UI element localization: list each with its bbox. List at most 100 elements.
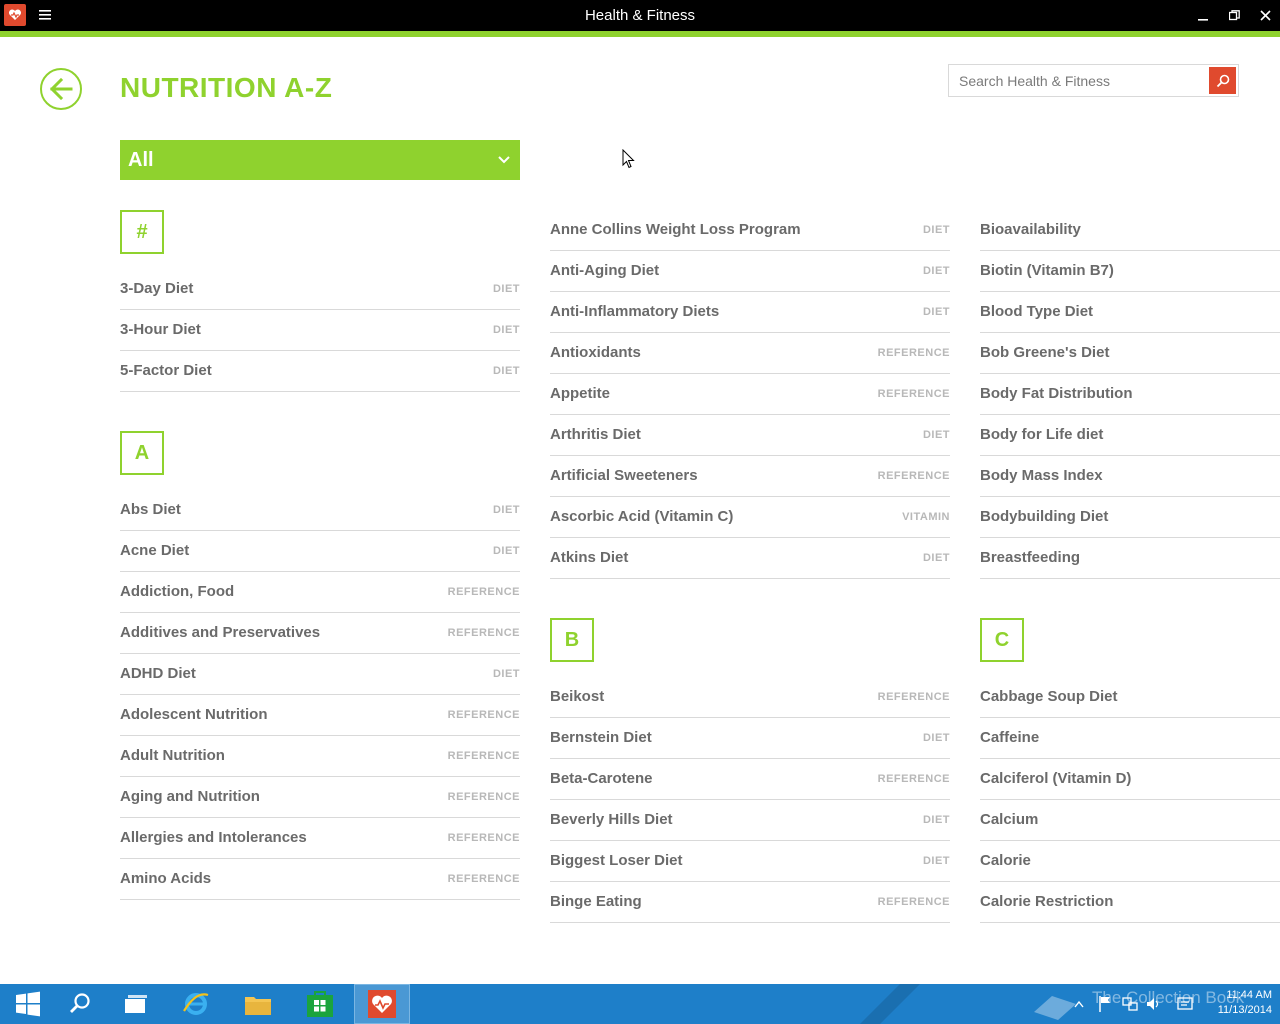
list-item[interactable]: Calcium: [980, 800, 1280, 841]
list-item-category: REFERENCE: [447, 586, 520, 598]
clock[interactable]: 11:44 AM 11/13/2014: [1218, 988, 1272, 1018]
title-bar: Health & Fitness: [0, 0, 1280, 31]
list-item-name: Bob Greene's Diet: [980, 344, 1110, 361]
list-item-name: Calcium: [980, 811, 1039, 828]
list-item[interactable]: Body Fat Distribution: [980, 374, 1280, 415]
flag-icon[interactable]: [1098, 995, 1112, 1013]
list-item[interactable]: Biotin (Vitamin B7): [980, 251, 1280, 292]
list-item[interactable]: Calciferol (Vitamin D): [980, 759, 1280, 800]
list-item[interactable]: Bernstein Diet DIET: [550, 718, 950, 759]
list-item[interactable]: Atkins Diet DIET: [550, 538, 950, 579]
list-item[interactable]: Caffeine: [980, 718, 1280, 759]
list-item[interactable]: Adolescent Nutrition REFERENCE: [120, 695, 520, 736]
list-item[interactable]: Binge Eating REFERENCE: [550, 882, 950, 923]
list-item-name: Caffeine: [980, 729, 1040, 746]
search-box[interactable]: [948, 64, 1239, 97]
list-item[interactable]: Blood Type Diet: [980, 292, 1280, 333]
section-header-hash[interactable]: #: [120, 210, 164, 254]
notification-icon[interactable]: [1177, 996, 1193, 1012]
list-item-category: DIET: [922, 265, 950, 277]
list-item[interactable]: Abs Diet DIET: [120, 490, 520, 531]
list-item-category: DIET: [922, 732, 950, 744]
list-item[interactable]: Bodybuilding Diet: [980, 497, 1280, 538]
list-item[interactable]: Body for Life diet: [980, 415, 1280, 456]
list-item[interactable]: Bioavailability: [980, 210, 1280, 251]
start-button[interactable]: [0, 984, 56, 1024]
store-bag-icon: [307, 991, 333, 1017]
chevron-up-icon[interactable]: [1074, 1000, 1084, 1008]
internet-explorer-icon: [183, 993, 209, 1015]
list-item[interactable]: Anti-Inflammatory Diets DIET: [550, 292, 950, 333]
list-item[interactable]: Calorie: [980, 841, 1280, 882]
health-heart-icon: [368, 990, 396, 1018]
close-button[interactable]: [1250, 0, 1280, 31]
list-item-name: Adolescent Nutrition: [120, 706, 268, 723]
list-item[interactable]: Adult Nutrition REFERENCE: [120, 736, 520, 777]
file-explorer-button[interactable]: [230, 984, 286, 1024]
list-item-category: REFERENCE: [447, 791, 520, 803]
list-item[interactable]: Aging and Nutrition REFERENCE: [120, 777, 520, 818]
list-item-category: REFERENCE: [877, 773, 950, 785]
section-header-b[interactable]: B: [550, 618, 594, 662]
list-item-category: DIET: [492, 324, 520, 336]
list-item-name: Anti-Aging Diet: [550, 262, 660, 279]
list-item-category: REFERENCE: [447, 750, 520, 762]
back-button[interactable]: [40, 68, 82, 110]
restore-button[interactable]: [1219, 0, 1249, 31]
list-item[interactable]: Breastfeeding: [980, 538, 1280, 579]
minimize-button[interactable]: [1188, 0, 1218, 31]
list-item[interactable]: Acne Diet DIET: [120, 531, 520, 572]
list-item[interactable]: Allergies and Intolerances REFERENCE: [120, 818, 520, 859]
section-header-a[interactable]: A: [120, 431, 164, 475]
list-item-name: Ascorbic Acid (Vitamin C): [550, 508, 734, 525]
list-item[interactable]: Additives and Preservatives REFERENCE: [120, 613, 520, 654]
list-item[interactable]: Antioxidants REFERENCE: [550, 333, 950, 374]
list-item[interactable]: Artificial Sweeteners REFERENCE: [550, 456, 950, 497]
volume-icon[interactable]: [1146, 996, 1162, 1012]
list-item[interactable]: Arthritis Diet DIET: [550, 415, 950, 456]
task-view-button[interactable]: [108, 984, 164, 1024]
taskbar-search-button[interactable]: [52, 984, 108, 1024]
list-item[interactable]: Cabbage Soup Diet: [980, 677, 1280, 718]
list-item[interactable]: Amino Acids REFERENCE: [120, 859, 520, 900]
list-item[interactable]: Anti-Aging Diet DIET: [550, 251, 950, 292]
list-item[interactable]: Appetite REFERENCE: [550, 374, 950, 415]
list-item[interactable]: 3-Hour Diet DIET: [120, 310, 520, 351]
list-item[interactable]: 5-Factor Diet DIET: [120, 351, 520, 392]
list-item-name: Addiction, Food: [120, 583, 235, 600]
list-item[interactable]: Ascorbic Acid (Vitamin C) VITAMIN: [550, 497, 950, 538]
list-item-category: DIET: [492, 668, 520, 680]
list-item[interactable]: Beta-Carotene REFERENCE: [550, 759, 950, 800]
search-input[interactable]: [949, 65, 1207, 96]
list-item[interactable]: 3-Day Diet DIET: [120, 269, 520, 310]
list-item-name: Anti-Inflammatory Diets: [550, 303, 720, 320]
list-item-category: VITAMIN: [902, 511, 950, 523]
search-button[interactable]: [1209, 67, 1236, 94]
list-item-category: REFERENCE: [447, 832, 520, 844]
list-item[interactable]: ADHD Diet DIET: [120, 654, 520, 695]
arrow-left-icon: [49, 78, 73, 100]
section-header-c[interactable]: C: [980, 618, 1024, 662]
health-fitness-taskbar-button[interactable]: [354, 984, 410, 1024]
list-item[interactable]: Biggest Loser Diet DIET: [550, 841, 950, 882]
list-item[interactable]: Bob Greene's Diet: [980, 333, 1280, 374]
watermark-book-icon: [1034, 996, 1076, 1020]
store-button[interactable]: [292, 984, 348, 1024]
list-item-category: REFERENCE: [877, 470, 950, 482]
list-item-name: Beikost: [550, 688, 605, 705]
list-item[interactable]: Calorie Restriction: [980, 882, 1280, 923]
category-filter-dropdown[interactable]: All: [120, 140, 520, 180]
internet-explorer-button[interactable]: [168, 984, 224, 1024]
network-icon[interactable]: [1122, 996, 1138, 1012]
list-item[interactable]: Anne Collins Weight Loss Program DIET: [550, 210, 950, 251]
list-item-name: Beverly Hills Diet: [550, 811, 673, 828]
list-item[interactable]: Beverly Hills Diet DIET: [550, 800, 950, 841]
list-item-category: REFERENCE: [877, 347, 950, 359]
list-item-name: ADHD Diet: [120, 665, 196, 682]
list-item-name: Additives and Preservatives: [120, 624, 321, 641]
list-item[interactable]: Body Mass Index: [980, 456, 1280, 497]
search-icon: [70, 993, 90, 1013]
list-item[interactable]: Beikost REFERENCE: [550, 677, 950, 718]
list-item-category: DIET: [922, 224, 950, 236]
list-item[interactable]: Addiction, Food REFERENCE: [120, 572, 520, 613]
